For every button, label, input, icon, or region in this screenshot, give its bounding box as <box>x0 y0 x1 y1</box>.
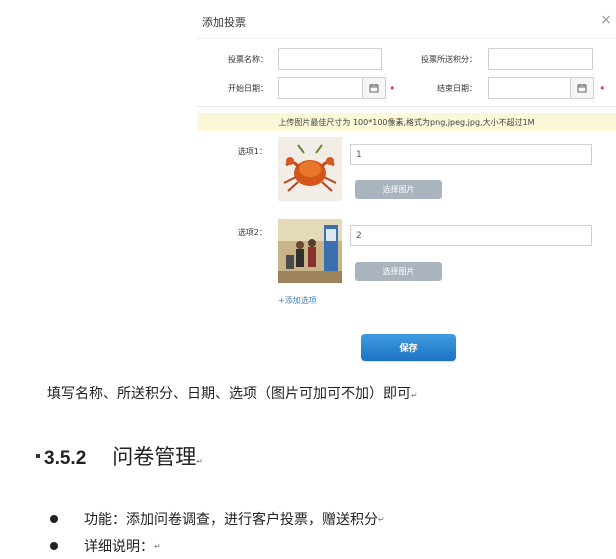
required-marker: • <box>389 82 396 95</box>
option-2-image <box>278 219 342 283</box>
start-date-label: 开始日期： <box>228 84 268 93</box>
option-2-input[interactable]: 2 <box>350 225 592 246</box>
paragraph-return-mark: ↵ <box>411 391 418 400</box>
paragraph-text: 填写名称、所送积分、日期、选项（图片可加可不加）即可 <box>47 386 411 402</box>
section-heading: 3.5.2 问卷管理 ↵ <box>36 441 203 471</box>
option-2-label: 选项2： <box>237 228 267 237</box>
option-1-choose-image-button[interactable]: 选择图片 <box>355 180 442 199</box>
bullet-return-mark: ↵ <box>378 514 385 524</box>
save-button[interactable]: 保存 <box>361 334 456 361</box>
vote-points-label: 投票所送积分： <box>421 55 477 64</box>
dialog-title: 添加投票 <box>202 16 246 29</box>
bullet-return-mark: ↵ <box>154 541 161 551</box>
start-date-input[interactable] <box>278 77 386 99</box>
calendar-icon[interactable] <box>362 78 385 98</box>
vote-name-input[interactable] <box>278 48 382 70</box>
option-1-image <box>278 137 342 201</box>
bullet-text: 详细说明： <box>84 539 154 555</box>
option-1-label: 选项1： <box>237 147 267 156</box>
heading-return-mark: ↵ <box>196 457 203 466</box>
section-title: 问卷管理 <box>112 445 197 469</box>
end-date-input[interactable] <box>488 77 594 99</box>
upload-notice: 上传图片最佳尺寸为 100*100像素,格式为png,jpeg,jpg,大小不超… <box>197 113 616 131</box>
required-marker: • <box>599 82 606 95</box>
add-option-link[interactable]: +添加选项 <box>278 295 317 306</box>
bullet-dot-icon <box>50 542 58 550</box>
bullet-item-1: 功能：添加问卷调查，进行客户投票，赠送积分 ↵ <box>50 509 385 529</box>
option-2-choose-image-button[interactable]: 选择图片 <box>355 262 442 281</box>
doc-paragraph: 填写名称、所送积分、日期、选项（图片可加可不加）即可↵ <box>47 383 418 403</box>
heading-bullet-icon <box>36 454 40 458</box>
bullet-item-2: 详细说明： ↵ <box>50 536 161 556</box>
section-number: 3.5.2 <box>44 448 87 469</box>
close-icon[interactable]: × <box>600 12 612 28</box>
calendar-icon[interactable] <box>570 78 593 98</box>
option-1-input[interactable]: 1 <box>350 144 592 165</box>
add-vote-dialog: 添加投票 × 投票名称： 投票所送积分： 开始日期： • 结束日期： • 上传图… <box>197 0 616 368</box>
dialog-divider <box>197 38 616 39</box>
vote-name-label: 投票名称： <box>228 55 268 64</box>
end-date-label: 结束日期： <box>437 84 477 93</box>
bullet-dot-icon <box>50 515 58 523</box>
section-divider <box>197 106 616 107</box>
bullet-text: 功能：添加问卷调查，进行客户投票，赠送积分 <box>84 512 378 528</box>
vote-points-input[interactable] <box>488 48 593 70</box>
